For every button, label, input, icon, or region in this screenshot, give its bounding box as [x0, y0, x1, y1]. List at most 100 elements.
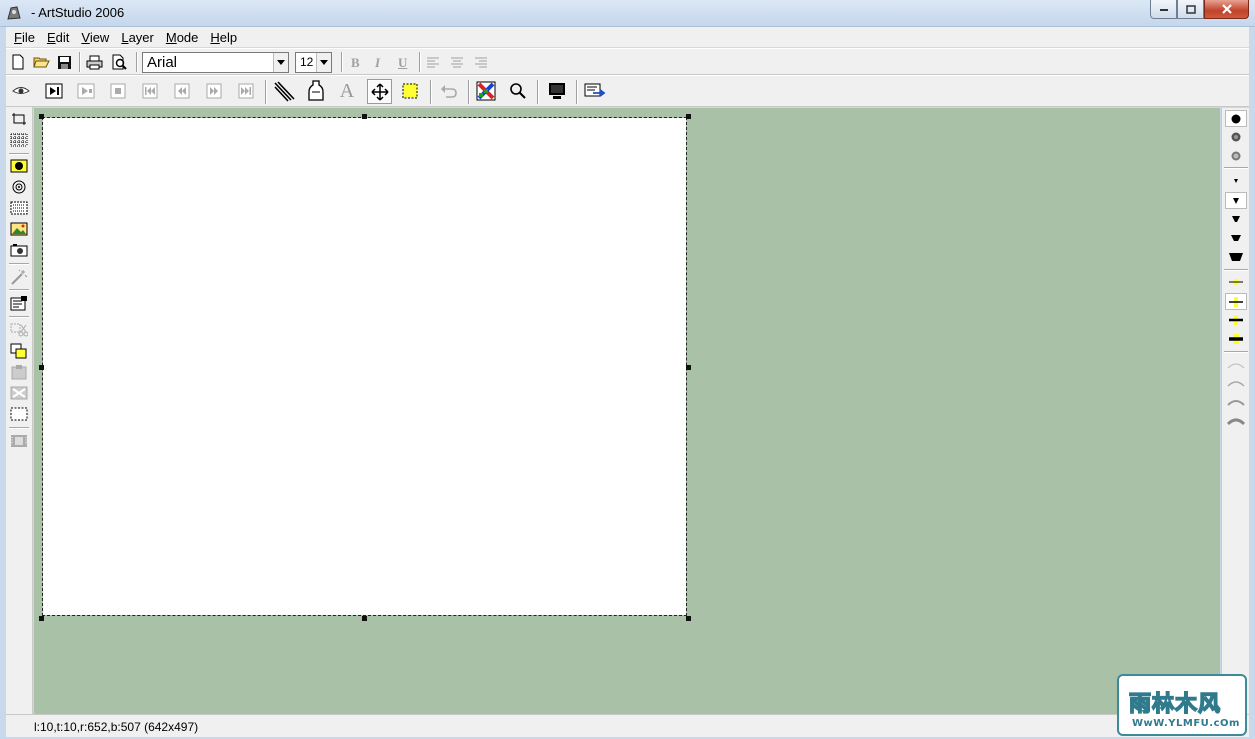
- play-button[interactable]: [75, 80, 97, 102]
- skip-last-icon: [238, 83, 254, 99]
- title-bar[interactable]: - ArtStudio 2006: [0, 0, 1255, 27]
- menu-edit[interactable]: Edit: [41, 30, 75, 45]
- chevron-down-icon[interactable]: [316, 53, 331, 72]
- image-import-button[interactable]: [9, 220, 29, 238]
- image-canvas[interactable]: [42, 117, 687, 616]
- color-palette-icon: [476, 81, 496, 101]
- resize-handle-top[interactable]: [362, 114, 367, 119]
- cut-button[interactable]: [9, 321, 29, 339]
- layer-mask-button[interactable]: [9, 157, 29, 175]
- fullscreen-button[interactable]: [546, 80, 568, 102]
- line-width-4[interactable]: [1225, 330, 1247, 347]
- copy-button[interactable]: [9, 342, 29, 360]
- soft-brush-icon: [1231, 151, 1241, 160]
- line-width-2[interactable]: [1225, 293, 1247, 310]
- align-center-button[interactable]: [446, 51, 468, 73]
- open-file-button[interactable]: [30, 51, 52, 73]
- next-frame-button[interactable]: [203, 80, 225, 102]
- brush-size-5[interactable]: [1225, 248, 1247, 265]
- undo-button[interactable]: [438, 80, 460, 102]
- prev-frame-button[interactable]: [171, 80, 193, 102]
- print-preview-button[interactable]: [108, 51, 130, 73]
- crop-tool-button[interactable]: [9, 110, 29, 128]
- curve-3[interactable]: [1225, 393, 1247, 410]
- align-left-button[interactable]: [422, 51, 444, 73]
- target-tool-button[interactable]: [9, 178, 29, 196]
- menu-view[interactable]: View: [75, 30, 115, 45]
- last-frame-button[interactable]: [235, 80, 257, 102]
- menu-layer[interactable]: Layer: [115, 30, 160, 45]
- print-button[interactable]: [83, 51, 105, 73]
- open-folder-icon: [32, 57, 50, 68]
- filmstrip-button[interactable]: [9, 432, 29, 450]
- first-frame-button[interactable]: [139, 80, 161, 102]
- line-width-icon: [1229, 296, 1243, 307]
- new-file-button[interactable]: [7, 51, 29, 73]
- brush-size-4[interactable]: [1225, 229, 1247, 246]
- export-button[interactable]: [584, 80, 606, 102]
- delete-button[interactable]: [9, 384, 29, 402]
- text-tool-icon: A: [339, 80, 355, 102]
- resize-handle-left[interactable]: [39, 365, 44, 370]
- line-width-icon: [1229, 314, 1243, 325]
- play-frames-button[interactable]: [43, 80, 65, 102]
- color-palette-button[interactable]: [475, 80, 497, 102]
- app-icon[interactable]: [6, 5, 22, 21]
- underline-button[interactable]: U: [398, 55, 407, 71]
- preview-button[interactable]: [10, 80, 32, 102]
- stop-button[interactable]: [107, 80, 129, 102]
- zoom-button[interactable]: [507, 80, 529, 102]
- resize-handle-bottom-left[interactable]: [39, 616, 44, 621]
- italic-button[interactable]: I: [375, 55, 380, 71]
- menu-help[interactable]: Help: [204, 30, 243, 45]
- close-button[interactable]: [1204, 0, 1249, 19]
- brush-round-hard[interactable]: [1225, 110, 1247, 127]
- font-size-select[interactable]: 12: [295, 52, 332, 73]
- brush-round-soft[interactable]: [1225, 147, 1247, 164]
- curve-2[interactable]: [1225, 374, 1247, 391]
- resize-handle-top-left[interactable]: [39, 114, 44, 119]
- tools-toolbar: A: [6, 75, 1249, 107]
- move-tool-button[interactable]: [367, 79, 392, 104]
- camera-button[interactable]: [9, 241, 29, 259]
- brush-size-2[interactable]: [1225, 192, 1247, 209]
- curve-icon: [1227, 363, 1245, 368]
- brush-size-3[interactable]: [1225, 210, 1247, 227]
- grid-tool-button[interactable]: [9, 131, 29, 149]
- magic-wand-button[interactable]: [9, 268, 29, 286]
- resize-handle-bottom-right[interactable]: [686, 616, 691, 621]
- select-all-button[interactable]: [9, 405, 29, 423]
- brush-panel: [1221, 108, 1249, 714]
- curve-4[interactable]: [1225, 412, 1247, 429]
- layer-properties-button[interactable]: [9, 294, 29, 312]
- brush-size-1[interactable]: [1225, 172, 1247, 189]
- select-tool-button[interactable]: [399, 80, 421, 102]
- resize-handle-top-right[interactable]: [686, 114, 691, 119]
- toolbox-separator: [9, 289, 29, 291]
- stamp-tool-button[interactable]: [305, 80, 327, 102]
- workspace[interactable]: [34, 108, 1220, 714]
- font-name-select[interactable]: Arial: [142, 52, 289, 73]
- menu-mode[interactable]: Mode: [160, 30, 205, 45]
- save-button[interactable]: [53, 51, 75, 73]
- close-icon: [1221, 4, 1232, 14]
- paste-button[interactable]: [9, 363, 29, 381]
- brush-tool-button[interactable]: [273, 80, 295, 102]
- minimize-button[interactable]: [1150, 0, 1177, 19]
- align-right-button[interactable]: [470, 51, 492, 73]
- panel-separator: [1224, 167, 1248, 169]
- line-width-3[interactable]: [1225, 311, 1247, 328]
- resize-handle-bottom[interactable]: [362, 616, 367, 621]
- round-brush-icon: [1231, 114, 1241, 123]
- brush-round-medium[interactable]: [1225, 128, 1247, 145]
- resize-handle-right[interactable]: [686, 365, 691, 370]
- curve-1[interactable]: [1225, 356, 1247, 373]
- play-step-icon: [77, 83, 95, 99]
- pattern-tool-button[interactable]: [9, 199, 29, 217]
- text-tool-button[interactable]: A: [336, 80, 358, 102]
- maximize-button[interactable]: [1177, 0, 1204, 19]
- chevron-down-icon[interactable]: [273, 53, 288, 72]
- menu-file[interactable]: File: [8, 30, 41, 45]
- bold-button[interactable]: B: [351, 55, 360, 71]
- line-width-1[interactable]: [1225, 273, 1247, 290]
